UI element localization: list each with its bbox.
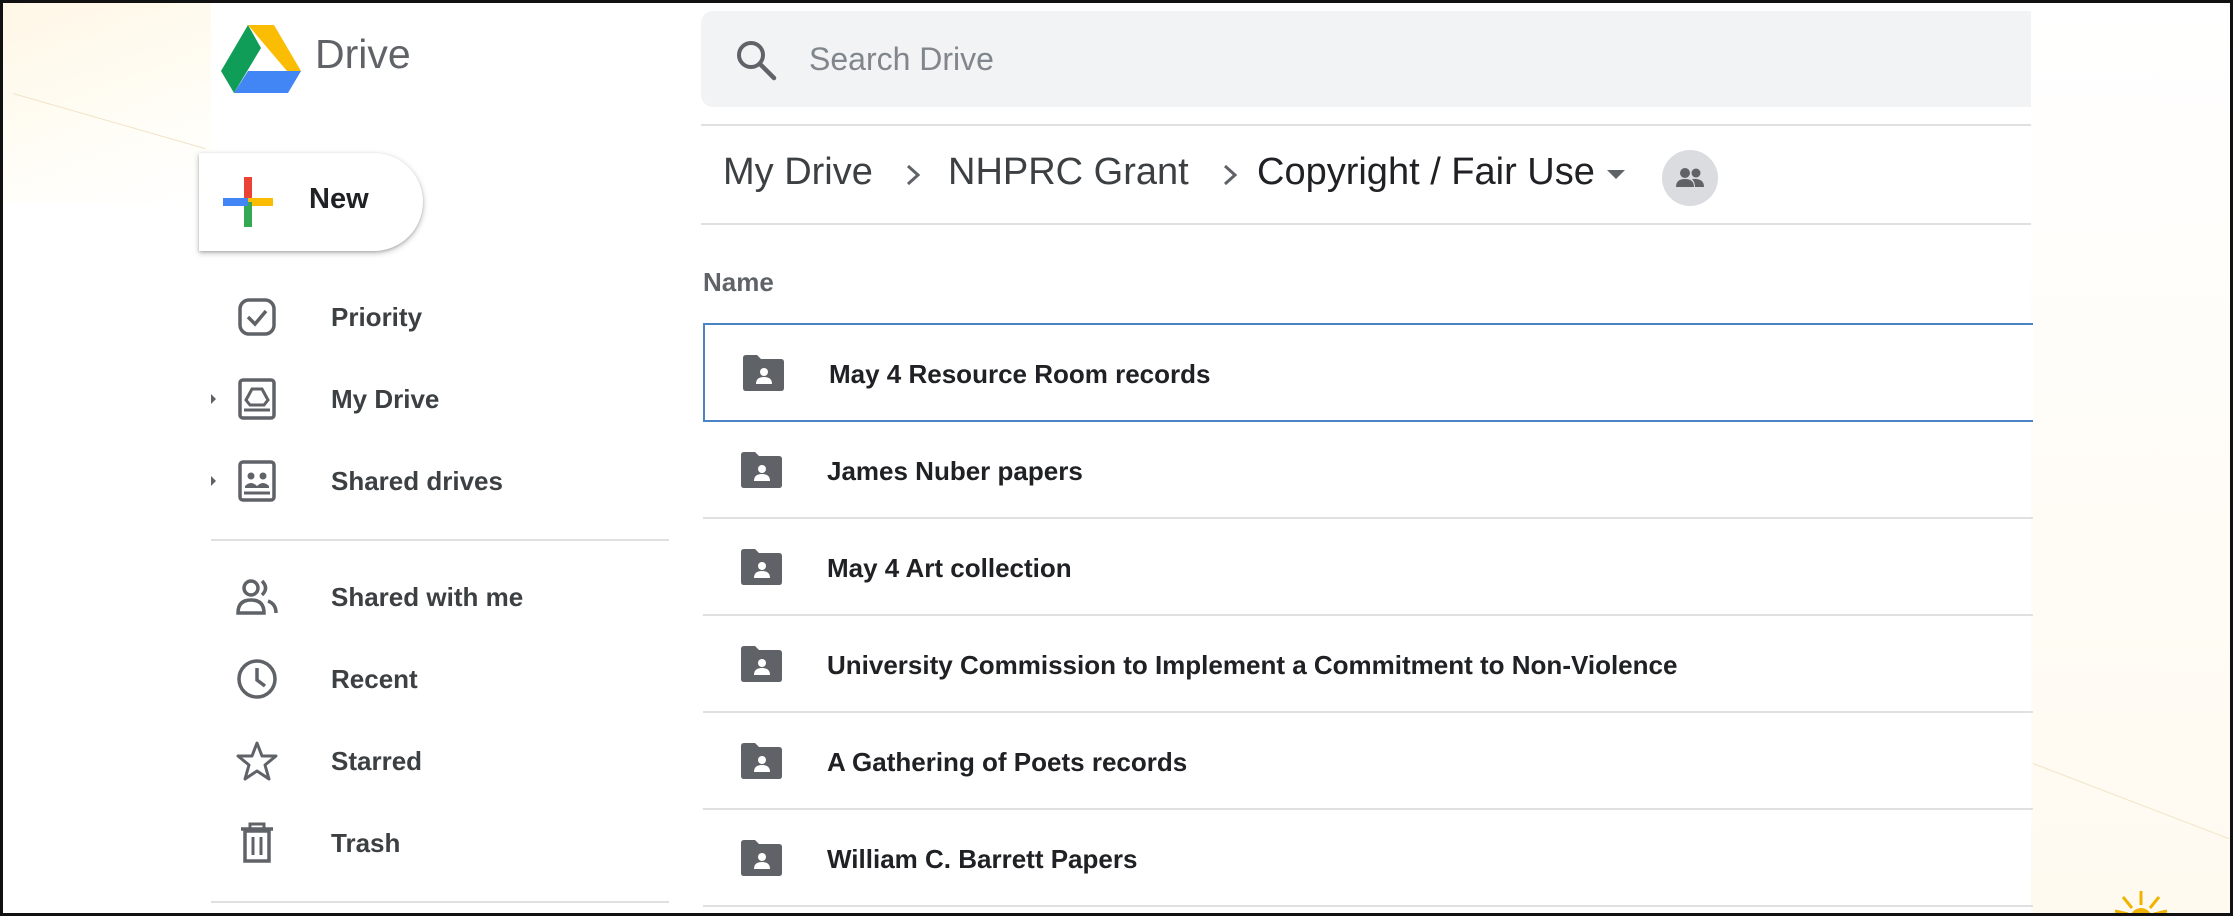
people-icon [236, 579, 278, 615]
search-bar[interactable] [701, 11, 2031, 107]
sidebar-item-trash[interactable]: Trash [211, 808, 681, 878]
sidebar-item-priority[interactable]: Priority [211, 282, 681, 352]
file-row[interactable]: University Commission to Implement a Com… [703, 616, 2033, 713]
sidebar-item-label: Starred [331, 746, 423, 776]
shared-folder-icon [741, 743, 782, 779]
file-name: University Commission to Implement a Com… [827, 650, 1678, 680]
sidebar-item-label: Trash [331, 828, 401, 858]
header-divider [701, 124, 2031, 126]
breadcrumb: My Drive NHPRC Grant Copyright / Fair Us… [211, 145, 1718, 206]
sun-icon [2114, 891, 2168, 913]
breadcrumb-divider [701, 223, 2031, 225]
drive-logo-icon[interactable] [221, 23, 301, 93]
expand-arrow-icon[interactable] [211, 476, 216, 486]
shared-folder-icon [741, 840, 782, 876]
clock-icon [237, 659, 277, 699]
sidebar-item-starred[interactable]: Starred [211, 726, 681, 796]
file-name: May 4 Resource Room records [829, 359, 1211, 389]
search-icon[interactable] [735, 39, 777, 81]
file-list: May 4 Resource Room records James Nuber … [703, 323, 2033, 907]
file-name: May 4 Art collection [827, 553, 1072, 583]
sidebar-divider [211, 901, 669, 903]
breadcrumb-item-my-drive[interactable]: My Drive [723, 151, 873, 194]
file-name: A Gathering of Poets records [827, 747, 1188, 777]
decorative-panel-right [2025, 3, 2230, 913]
sidebar-item-my-drive[interactable]: My Drive [211, 364, 681, 434]
file-name: James Nuber papers [827, 456, 1083, 486]
slide-frame: Drive New Priority [0, 0, 2233, 916]
chevron-down-icon[interactable] [1607, 170, 1625, 179]
my-drive-icon [238, 378, 276, 420]
trash-icon [241, 822, 273, 863]
priority-check-icon [238, 298, 276, 336]
sidebar-item-shared-with-me[interactable]: Shared with me [211, 562, 681, 632]
sidebar-item-label: Priority [331, 302, 423, 332]
app-brand-name[interactable]: Drive [315, 31, 411, 78]
shared-people-icon [1676, 168, 1704, 187]
file-row[interactable]: William C. Barrett Papers [703, 810, 2033, 907]
search-input[interactable] [807, 35, 1411, 83]
file-row[interactable]: May 4 Resource Room records [703, 323, 2033, 422]
shared-folder-icon [741, 549, 782, 585]
sidebar-item-label: Shared drives [331, 466, 503, 496]
drive-app: Drive New Priority [199, 3, 2033, 913]
decorative-corner-left [3, 3, 213, 203]
shared-folder-icon [743, 355, 784, 391]
sidebar-item-label: Recent [331, 664, 418, 694]
sidebar-divider [211, 539, 669, 541]
chevron-right-icon [906, 164, 921, 186]
file-row[interactable]: A Gathering of Poets records [703, 713, 2033, 810]
chevron-right-icon [1223, 164, 1238, 186]
breadcrumb-item-nhprc-grant[interactable]: NHPRC Grant [948, 151, 1189, 194]
sidebar-item-shared-drives[interactable]: Shared drives [211, 446, 681, 516]
file-name: William C. Barrett Papers [827, 844, 1138, 874]
column-header-name[interactable]: Name [703, 267, 774, 298]
sidebar-item-label: My Drive [331, 384, 440, 414]
breadcrumb-item-current-folder[interactable]: Copyright / Fair Use [1257, 151, 1595, 194]
star-icon [236, 741, 278, 781]
shared-folder-icon [741, 646, 782, 682]
shared-folder-icon [741, 452, 782, 488]
shared-folder-badge[interactable] [1662, 150, 1718, 206]
file-row[interactable]: James Nuber papers [703, 422, 2033, 519]
sidebar-item-label: Shared with me [331, 582, 524, 612]
sidebar-item-recent[interactable]: Recent [211, 644, 681, 714]
expand-arrow-icon[interactable] [211, 394, 216, 404]
file-row[interactable]: May 4 Art collection [703, 519, 2033, 616]
shared-drives-icon [238, 460, 276, 502]
